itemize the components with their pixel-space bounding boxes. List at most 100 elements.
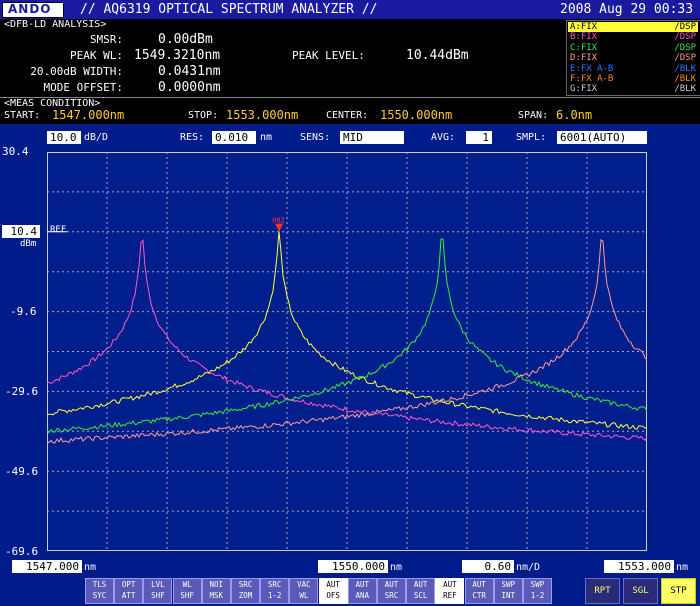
spectrum-plot[interactable]: 002 REF [47, 152, 647, 551]
trace-name: D:FIX [570, 53, 598, 64]
trace-name: A:FIX [570, 22, 598, 32]
sens-field[interactable]: MID [340, 131, 404, 144]
softkey-noi-msk[interactable]: NOI MSK [201, 578, 231, 604]
softkey-swp-1-2[interactable]: SWP 1-2 [523, 578, 552, 604]
smsr-value: 0.00dBm [158, 32, 213, 47]
title-bar: ANDO // AQ6319 OPTICAL SPECTRUM ANALYZER… [0, 0, 700, 19]
ref-unit: dBm [20, 239, 37, 249]
softkey-wl-shf[interactable]: WL SHF [172, 578, 202, 604]
mode-offset-label: MODE OFFSET: [43, 81, 123, 94]
softkey-aut-scl[interactable]: AUT SCL [406, 578, 436, 604]
plot-grid [47, 152, 647, 551]
trace-item-e[interactable]: E:FX A-B/BLK [568, 64, 698, 74]
y-tick-2: -9.6 [10, 305, 37, 318]
y-tick-3: -29.6 [5, 385, 39, 398]
key-sgl[interactable]: SGL [623, 578, 658, 604]
x-stop-field[interactable]: 1553.000 [604, 560, 674, 573]
trace-legend: A:FIX/DSP B:FIX/DSP C:FIX/DSP D:FIX/DSP E:FX… [566, 20, 700, 96]
logo-text: ANDO [8, 2, 52, 16]
trace-item-c[interactable]: C:FIX/DSP [568, 43, 698, 53]
trace-mode: /BLK [674, 84, 696, 95]
settings-bar: 10.0 dB/D RES: 0.010 nm SENS: MID AVG: 1… [0, 124, 700, 146]
softkey-aut-ofs[interactable]: AUT OFS [318, 578, 348, 604]
start-value: 1547.000nm [52, 108, 125, 122]
x-div-unit: nm/D [516, 562, 541, 573]
trace-mode: /DSP [674, 32, 696, 43]
x-div-field[interactable]: 0.60 [462, 560, 514, 573]
scale-field[interactable]: 10.0 [47, 131, 81, 144]
stop-label: STOP: [188, 110, 219, 121]
peak-marker-label: 002 [272, 217, 285, 225]
peak-wl-value: 1549.3210nm [134, 48, 221, 63]
trace-mode: /BLK [674, 74, 696, 84]
trace-mode: /BLK [674, 63, 696, 74]
span-value: 6.0nm [556, 108, 593, 122]
trace-item-f[interactable]: F:FX A-B/BLK [568, 74, 698, 84]
y-tick-bottom: -69.6 [5, 545, 39, 558]
trace-name: G:FIX [570, 84, 598, 95]
softkey-src-zom[interactable]: SRC ZOM [231, 578, 260, 604]
ref-label: REF [50, 225, 66, 235]
y-tick-top: 30.4 [2, 145, 29, 158]
trace-mode: /DSP [674, 53, 696, 64]
trace-item-a[interactable]: A:FIX/DSP [568, 22, 698, 32]
trace-name: B:FIX [570, 32, 598, 43]
mode-offset-value: 0.0000nm [158, 80, 221, 95]
width-label: 20.00dB WIDTH: [30, 65, 123, 78]
x-start-unit: nm [84, 562, 97, 573]
softkey-src-1-2[interactable]: SRC 1-2 [260, 578, 290, 604]
y-tick-4: -49.6 [5, 465, 39, 478]
x-start-field[interactable]: 1547.000 [12, 560, 82, 573]
width-value: 0.0431nm [158, 64, 221, 79]
x-axis-bar: 1547.000 nm 1550.000 nm 0.60 nm/D 1553.0… [0, 558, 700, 576]
x-center-unit: nm [390, 562, 403, 573]
trace-name: E:FX A-B [570, 63, 614, 74]
trace-b-line [47, 239, 647, 442]
start-label: START: [4, 110, 41, 121]
softkey-tls-syc[interactable]: TLS SYC [85, 578, 114, 604]
softkey-swp-int[interactable]: SWP INT [493, 578, 523, 604]
res-label: RES: [180, 132, 205, 143]
softkey-opt-att[interactable]: OPT ATT [114, 578, 144, 604]
res-field[interactable]: 0.010 [212, 131, 256, 144]
span-label: SPAN: [518, 110, 549, 121]
softkey-aut-ana[interactable]: AUT ANA [347, 578, 377, 604]
smsr-label: SMSR: [89, 33, 123, 46]
softkey-vac-wl[interactable]: VAC WL [289, 578, 319, 604]
peak-marker: 002 [272, 217, 285, 232]
x-center-field[interactable]: 1550.000 [318, 560, 388, 573]
trace-mode: /DSP [674, 22, 696, 32]
avg-label: AVG: [431, 132, 456, 143]
trace-item-d[interactable]: D:FIX/DSP [568, 53, 698, 63]
meas-condition: <MEAS CONDITION> START: 1547.000nm STOP:… [0, 97, 700, 124]
center-value: 1550.000nm [380, 108, 453, 122]
trace-name: F:FX A-B [570, 74, 614, 84]
peak-level-label: PEAK LEVEL: [292, 49, 365, 62]
trace-item-g[interactable]: G:FIX/BLK [568, 84, 698, 94]
key-stp[interactable]: STP [661, 578, 696, 604]
softkey-aut-ctr[interactable]: AUT CTR [464, 578, 494, 604]
analysis-heading: <DFB-LD ANALYSIS> [4, 19, 107, 30]
stop-value: 1553.000nm [226, 108, 299, 122]
instrument-title: // AQ6319 OPTICAL SPECTRUM ANALYZER // [80, 2, 378, 17]
smpl-label: SMPL: [516, 132, 547, 143]
plot-panel: 30.4 10.4 dBm -9.6 -29.6 -49.6 -69.6 002… [0, 146, 700, 560]
softkey-lvl-shf[interactable]: LVL SHF [143, 578, 173, 604]
res-unit: nm [260, 132, 273, 143]
softkey-bar: TLS SYC OPT ATT LVL SHF WL SHF NOI MSK SRC ZO… [0, 576, 700, 606]
peak-level-value: 10.44dBm [406, 48, 469, 63]
key-rpt[interactable]: RPT [585, 578, 620, 604]
softkey-aut-ref[interactable]: AUT REF [435, 578, 465, 604]
center-label: CENTER: [326, 110, 369, 121]
trace-item-b[interactable]: B:FIX/DSP [568, 32, 698, 42]
smpl-field[interactable]: 6001(AUTO) [557, 131, 647, 144]
softkey-aut-src[interactable]: AUT SRC [377, 578, 406, 604]
sens-label: SENS: [300, 132, 331, 143]
analysis-panel: <DFB-LD ANALYSIS> SMSR: 0.00dBm PEAK WL:… [0, 20, 565, 97]
avg-field[interactable]: 1 [466, 131, 492, 144]
datetime: 2008 Aug 29 00:33 [560, 2, 694, 17]
scale-unit: dB/D [84, 132, 109, 143]
ref-level-field[interactable]: 10.4 [2, 225, 40, 238]
trace-a-line [47, 231, 647, 430]
peak-marker-triangle [275, 223, 284, 232]
